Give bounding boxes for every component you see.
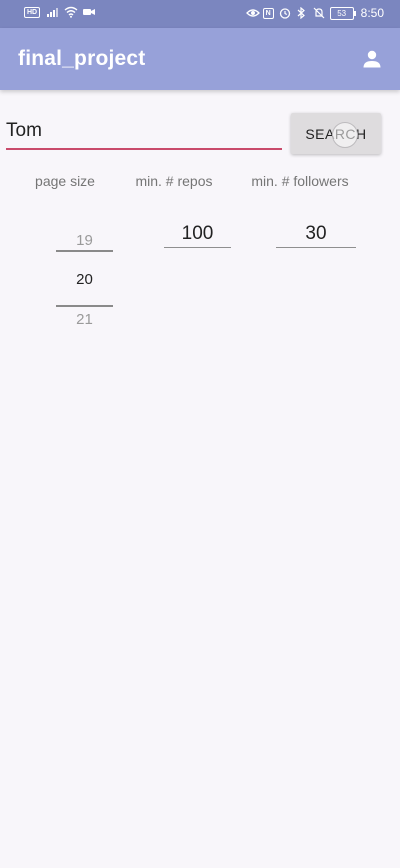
hd-icon: HD [24, 6, 41, 18]
status-time: 8:50 [360, 6, 384, 20]
status-left-icons: HD [24, 6, 96, 18]
page-size-picker[interactable]: 19 20 21 [56, 228, 113, 330]
min-followers-label: min. # followers [251, 173, 349, 189]
min-followers-field[interactable] [276, 221, 356, 248]
signal-icon [46, 6, 59, 18]
min-repos-label: min. # repos [135, 173, 213, 189]
picker-divider-top [56, 250, 113, 252]
wifi-icon [64, 6, 78, 18]
app-title: final_project [18, 47, 146, 70]
nfc-icon: N [262, 7, 274, 19]
status-right-icons: N 53 8:50 [245, 6, 384, 20]
eye-icon [245, 7, 260, 19]
picker-selected-value[interactable]: 20 [56, 271, 113, 288]
bluetooth-icon [296, 6, 308, 20]
picker-divider-bottom [56, 305, 113, 307]
video-camera-icon [82, 6, 96, 18]
min-repos-field[interactable] [164, 221, 231, 248]
search-button[interactable]: SEARCH [291, 113, 381, 154]
alarm-icon [279, 7, 291, 19]
picker-next-value[interactable]: 21 [56, 311, 113, 328]
search-button-label: SEARCH [305, 125, 367, 142]
page-size-label: page size [35, 173, 95, 189]
battery-icon: 53 [329, 6, 356, 20]
status-bar: HD N 53 8:50 [0, 0, 400, 28]
search-input[interactable] [6, 114, 282, 150]
app-bar: final_project [0, 28, 400, 90]
picker-previous-value[interactable]: 19 [56, 232, 113, 249]
mute-icon [313, 7, 325, 19]
account-icon[interactable] [360, 47, 384, 71]
